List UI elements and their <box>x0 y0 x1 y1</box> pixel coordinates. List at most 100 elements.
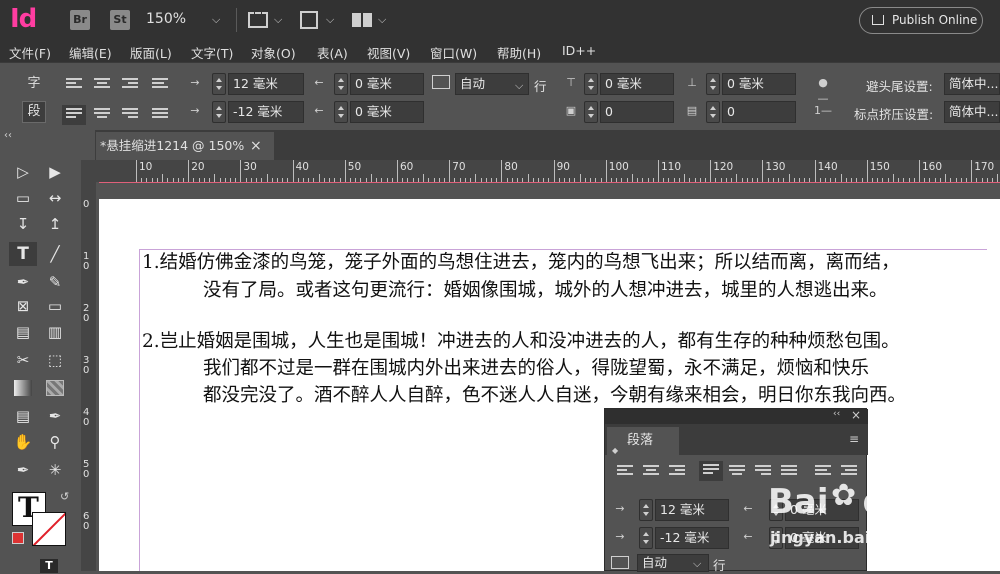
horizontal-grid-tool-icon[interactable]: ▤ <box>13 322 33 342</box>
eyedropper-tool-icon[interactable]: ✒ <box>45 406 65 426</box>
panel-justify-all-icon[interactable] <box>781 465 797 479</box>
content-placer-icon[interactable]: ↥ <box>45 214 65 234</box>
zoom-level[interactable]: 150% <box>146 11 186 27</box>
type-tool-icon[interactable]: T <box>9 242 37 266</box>
chevron-down-icon[interactable]: ⌵ <box>326 13 334 27</box>
hand-tool-icon[interactable]: ✋ <box>13 432 33 452</box>
ruler-origin[interactable] <box>81 160 96 182</box>
publish-online-button[interactable]: Publish Online <box>859 7 983 34</box>
rectangle-tool-icon[interactable]: ▭ <box>45 296 65 316</box>
default-colors-icon[interactable] <box>12 532 24 544</box>
panel-left-indent-field[interactable]: 12 毫米 <box>655 499 729 521</box>
panel-justify-right-icon[interactable] <box>755 465 771 479</box>
character-mode-button[interactable]: 字 <box>22 73 46 95</box>
panel-align-spine-icon[interactable] <box>815 465 831 479</box>
note-tool-icon[interactable]: ▤ <box>13 406 33 426</box>
mojikumi-select[interactable]: 简体中... <box>944 101 1000 123</box>
justify-left-icon[interactable] <box>62 105 86 125</box>
pen-tool-icon[interactable]: ✒ <box>13 272 33 292</box>
menu-idpp[interactable]: ID++ <box>562 43 596 58</box>
first-line-indent-field[interactable]: -12 毫米 <box>228 101 304 123</box>
first-line-indent-stepper[interactable] <box>212 101 226 123</box>
chevron-down-icon[interactable]: ⌵ <box>378 13 386 27</box>
menu-table[interactable]: 表(A) <box>317 43 348 62</box>
direct-selection-tool-icon[interactable]: ▶ <box>45 162 65 182</box>
gap-tool-icon[interactable]: ↔ <box>45 188 65 208</box>
right-indent-stepper[interactable] <box>334 73 348 95</box>
close-tab-icon[interactable]: × <box>250 132 262 160</box>
content-collector-icon[interactable]: ↧ <box>13 214 33 234</box>
panel-close-icon[interactable]: × <box>851 408 861 422</box>
panel-align-away-spine-icon[interactable] <box>841 465 857 479</box>
drop-cap-lines-stepper[interactable] <box>584 101 598 123</box>
line-tool-icon[interactable]: ╱ <box>45 244 65 264</box>
panel-justify-left-icon[interactable] <box>699 461 723 481</box>
pencil-tool-icon[interactable]: ✎ <box>45 272 65 292</box>
justify-center-icon[interactable] <box>94 108 110 122</box>
menu-layout[interactable]: 版面(L) <box>130 43 172 62</box>
menu-edit[interactable]: 编辑(E) <box>69 43 112 62</box>
panel-first-line-indent-stepper[interactable] <box>639 527 653 549</box>
free-transform-tool-icon[interactable]: ⬚ <box>45 350 65 370</box>
paragraph-mode-button[interactable]: 段 <box>22 101 46 123</box>
numbering-icon[interactable]: 1— <box>814 103 832 119</box>
panel-first-line-indent-field[interactable]: -12 毫米 <box>655 527 729 549</box>
align-left-icon[interactable] <box>66 78 82 92</box>
panel-titlebar[interactable]: ‹‹ × <box>605 408 868 424</box>
kinsoku-select[interactable]: 简体中... <box>944 73 1000 95</box>
menu-view[interactable]: 视图(V) <box>367 43 410 62</box>
chevron-down-icon[interactable]: ⌵ <box>693 557 701 571</box>
panel-left-indent-stepper[interactable] <box>639 499 653 521</box>
last-line-indent-field[interactable]: 0 毫米 <box>350 101 424 123</box>
chevron-down-icon[interactable]: ⌵ <box>274 13 282 27</box>
stroke-swatch[interactable] <box>32 512 66 546</box>
panel-align-center-icon[interactable] <box>643 465 659 479</box>
menu-object[interactable]: 对象(O) <box>251 43 296 62</box>
frame-view-icon[interactable] <box>248 12 268 28</box>
justify-right-icon[interactable] <box>122 108 138 122</box>
sparkle-icon[interactable]: ✳ <box>45 460 65 480</box>
justify-all-icon[interactable] <box>152 108 168 122</box>
space-before-field[interactable]: 0 毫米 <box>600 73 674 95</box>
last-line-indent-stepper[interactable] <box>334 101 348 123</box>
screen-mode-icon[interactable] <box>300 11 318 29</box>
space-after-stepper[interactable] <box>706 73 720 95</box>
paragraph-panel-tab[interactable]: ◆ 段落 <box>607 427 679 455</box>
menu-window[interactable]: 窗口(W) <box>430 43 477 62</box>
gradient-tool-icon[interactable] <box>14 380 32 396</box>
rectangle-frame-tool-icon[interactable]: ⊠ <box>13 296 33 316</box>
color-theme-tool-icon[interactable]: ✒ <box>13 460 33 480</box>
chevron-down-icon[interactable]: ⌵ <box>212 13 220 27</box>
chevron-down-icon[interactable]: ⌵ <box>515 79 523 93</box>
bridge-button[interactable]: Br <box>70 10 90 30</box>
align-toward-spine-icon[interactable] <box>152 78 168 92</box>
space-after-field[interactable]: 0 毫米 <box>722 73 796 95</box>
gradient-feather-tool-icon[interactable] <box>46 380 64 396</box>
panel-collapse-icon[interactable]: ‹‹ <box>833 409 840 419</box>
left-indent-stepper[interactable] <box>212 73 226 95</box>
vertical-grid-tool-icon[interactable]: ▥ <box>45 322 65 342</box>
collapse-icon[interactable]: ‹‹ <box>4 130 12 141</box>
bullets-icon[interactable]: ●— <box>814 75 832 105</box>
horizontal-ruler[interactable]: 10 20 30 40 50 60 70 80 90 100 110 120 130 140 150 160 1… <box>96 160 1000 182</box>
selection-tool-icon[interactable]: ▷ <box>13 162 33 182</box>
arrange-docs-icon[interactable] <box>352 13 372 27</box>
menu-help[interactable]: 帮助(H) <box>497 43 541 62</box>
swap-icon[interactable]: ↺ <box>60 490 69 503</box>
drop-cap-chars-field[interactable]: 0 <box>722 101 796 123</box>
left-indent-field[interactable]: 12 毫米 <box>228 73 304 95</box>
menu-type[interactable]: 文字(T) <box>191 43 233 62</box>
scissors-tool-icon[interactable]: ✂ <box>13 350 33 370</box>
panel-justify-center-icon[interactable] <box>729 465 745 479</box>
vertical-ruler[interactable]: 0 1 0 2 0 3 0 4 0 5 0 6 0 <box>81 182 96 571</box>
drop-cap-lines-field[interactable]: 0 <box>600 101 674 123</box>
panel-menu-icon[interactable]: ≡ <box>849 432 859 446</box>
page-tool-icon[interactable]: ▭ <box>13 188 33 208</box>
right-indent-field[interactable]: 0 毫米 <box>350 73 424 95</box>
panel-align-right-icon[interactable] <box>669 465 685 479</box>
document-tab[interactable]: *悬挂缩进1214 @ 150% × <box>96 132 274 160</box>
panel-align-left-icon[interactable] <box>617 465 633 479</box>
zoom-tool-icon[interactable]: ⚲ <box>45 432 65 452</box>
stock-button[interactable]: St <box>110 10 130 30</box>
space-before-stepper[interactable] <box>584 73 598 95</box>
